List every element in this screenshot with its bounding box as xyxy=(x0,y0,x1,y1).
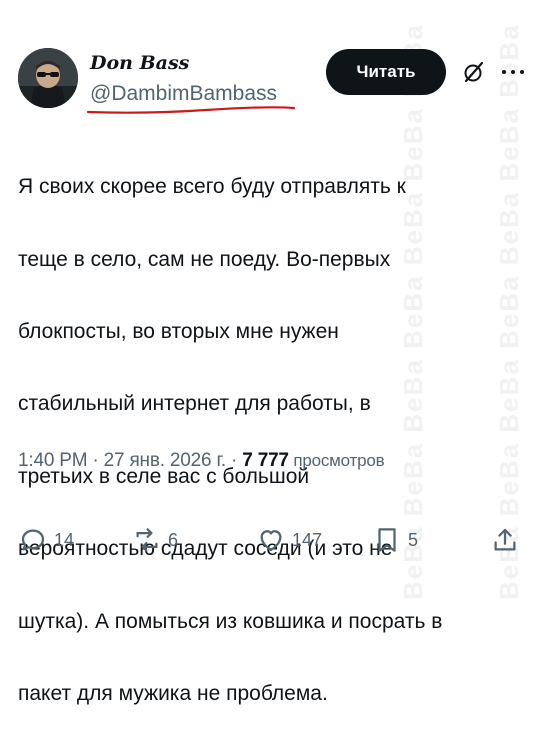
views-label: просмотров xyxy=(288,451,385,470)
repost-count: 6 xyxy=(168,529,179,550)
bookmark-icon xyxy=(378,528,396,552)
tweet-text-line: стабильный интернет для работы, в xyxy=(18,392,371,416)
share-button[interactable] xyxy=(490,520,520,560)
action-bar: 14 6 147 5 xyxy=(0,520,540,560)
meta-separator: · xyxy=(87,450,104,471)
repost-icon xyxy=(136,528,158,552)
tweet-text-line: блокпосты, во вторых мне нужен xyxy=(18,320,339,344)
repost-button[interactable]: 6 xyxy=(132,520,178,560)
meta-separator: · xyxy=(225,450,243,471)
tweet-text: Я своих скорее всего буду отправлять к т… xyxy=(18,133,528,748)
tweet-time[interactable]: 1:40 PM xyxy=(18,450,88,471)
reply-count: 14 xyxy=(54,529,75,550)
tweet-date[interactable]: 27 янв. 2026 г. xyxy=(104,450,226,471)
heart-icon xyxy=(260,530,282,552)
read-button[interactable]: Читать xyxy=(326,49,446,95)
red-underline-annotation xyxy=(86,106,296,114)
tweet-text-line: теще в село, сам не поеду. Во-первых xyxy=(18,247,391,271)
like-button[interactable]: 147 xyxy=(256,520,322,560)
display-name[interactable]: Don Bass xyxy=(90,52,189,74)
avatar-image xyxy=(18,48,78,108)
bookmark-count: 5 xyxy=(408,529,419,550)
like-count: 147 xyxy=(292,529,323,550)
grok-icon[interactable] xyxy=(462,60,486,84)
tweet-text-line: шутка). А помыться из ковшика и посрать … xyxy=(18,609,443,633)
reply-button[interactable]: 14 xyxy=(18,520,74,560)
share-icon xyxy=(494,528,516,551)
views-count: 7 777 xyxy=(242,450,289,471)
bookmark-button[interactable]: 5 xyxy=(372,520,418,560)
tweet-text-line: Я своих скорее всего буду отправлять к xyxy=(18,175,406,199)
tweet-header: Don Bass @DambimBambass Читать xyxy=(0,0,540,120)
more-icon[interactable] xyxy=(500,62,526,82)
user-handle[interactable]: @DambimBambass xyxy=(90,82,277,106)
tweet-text-line: пакет для мужика не проблема. xyxy=(18,682,328,706)
reply-icon xyxy=(21,529,45,551)
tweet-meta: 1:40 PM · 27 янв. 2026 г. · 7 777 просмо… xyxy=(18,450,385,472)
avatar[interactable] xyxy=(18,48,78,108)
